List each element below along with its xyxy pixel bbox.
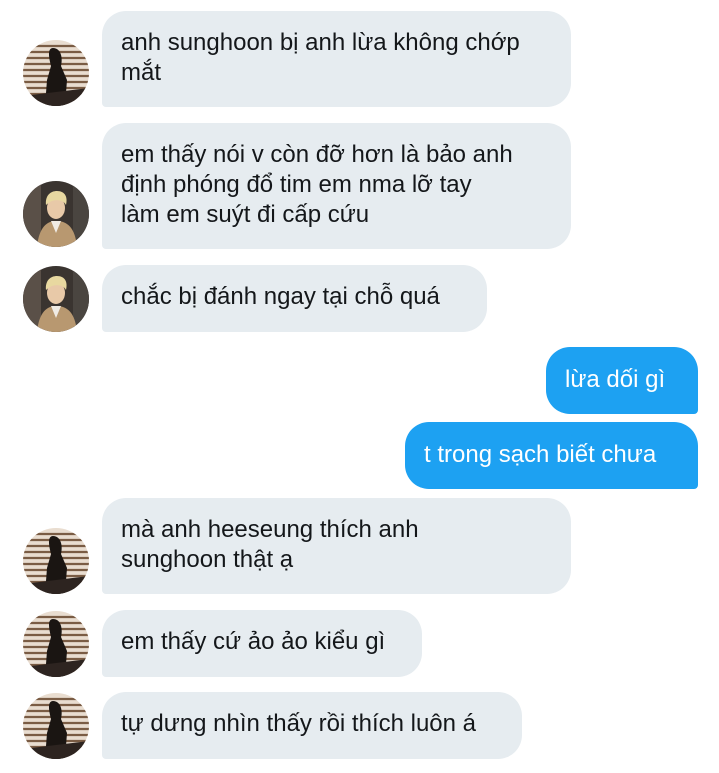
incoming-message-bubble[interactable]: tự dưng nhìn thấy rồi thích luôn á — [102, 692, 522, 759]
blond-person-icon — [23, 266, 89, 332]
blond-person-icon — [23, 181, 89, 247]
blinds-silhouette-icon — [23, 40, 89, 106]
incoming-message-bubble[interactable]: em thấy nói v còn đỡ hơn là bảo anh định… — [102, 123, 571, 249]
blinds-silhouette-icon — [23, 528, 89, 594]
outgoing-message-bubble[interactable]: t trong sạch biết chưa — [405, 422, 698, 489]
incoming-message-bubble[interactable]: em thấy cứ ảo ảo kiểu gì — [102, 610, 422, 677]
incoming-message-bubble[interactable]: chắc bị đánh ngay tại chỗ quá — [102, 265, 487, 332]
blinds-silhouette-avatar[interactable] — [23, 40, 89, 106]
outgoing-message-bubble[interactable]: lừa dối gì — [546, 347, 698, 414]
message-thread: anh sunghoon bị anh lừa không chớp mắt e… — [0, 0, 719, 773]
blinds-silhouette-icon — [23, 611, 89, 677]
incoming-message-bubble[interactable]: mà anh heeseung thích anh sunghoon thật … — [102, 498, 571, 594]
blond-person-avatar[interactable] — [23, 181, 89, 247]
blinds-silhouette-avatar[interactable] — [23, 528, 89, 594]
blinds-silhouette-icon — [23, 693, 89, 759]
blinds-silhouette-avatar[interactable] — [23, 693, 89, 759]
blinds-silhouette-avatar[interactable] — [23, 611, 89, 677]
incoming-message-bubble[interactable]: anh sunghoon bị anh lừa không chớp mắt — [102, 11, 571, 107]
blond-person-avatar[interactable] — [23, 266, 89, 332]
